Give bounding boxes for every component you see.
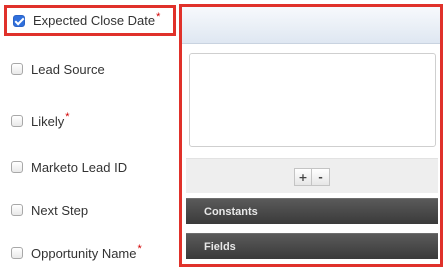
opportunity-name-label: Opportunity Name — [31, 245, 137, 261]
fields-label: Fields — [204, 240, 236, 253]
remove-button[interactable]: - — [312, 168, 330, 186]
next-step-checkbox[interactable] — [11, 204, 23, 216]
formula-builder-header — [182, 7, 440, 44]
likely-label: Likely — [31, 113, 65, 129]
marketo-lead-id-checkbox[interactable] — [11, 161, 23, 173]
marketo-lead-id-label: Marketo Lead ID — [31, 159, 128, 175]
constants-section[interactable]: Constants — [186, 198, 438, 224]
field-list: Expected Close Date * Lead Source Likely *… — [0, 0, 178, 269]
formula-textarea[interactable] — [189, 53, 436, 147]
required-marker: * — [137, 243, 142, 255]
fields-section[interactable]: Fields — [186, 233, 438, 259]
lead-source-checkbox[interactable] — [11, 63, 23, 75]
operator-buttons: + - — [294, 168, 330, 186]
likely-checkbox[interactable] — [11, 115, 23, 127]
field-row-lead-source[interactable]: Lead Source — [0, 58, 178, 80]
expected-close-date-checkbox[interactable] — [13, 14, 25, 27]
opportunity-name-checkbox[interactable] — [11, 247, 23, 259]
field-row-next-step[interactable]: Next Step — [0, 199, 178, 221]
formula-builder: + - Constants Fields — [179, 4, 443, 267]
field-row-opportunity-name[interactable]: Opportunity Name * — [0, 242, 178, 264]
field-row-expected-close-date[interactable]: Expected Close Date * — [4, 5, 176, 36]
add-button[interactable]: + — [294, 168, 312, 186]
field-row-likely[interactable]: Likely * — [0, 110, 178, 132]
next-step-label: Next Step — [31, 202, 89, 218]
field-row-marketo-lead-id[interactable]: Marketo Lead ID — [0, 156, 178, 178]
required-marker: * — [156, 10, 161, 23]
lead-source-label: Lead Source — [31, 61, 105, 77]
required-marker: * — [65, 111, 70, 123]
constants-label: Constants — [204, 205, 258, 218]
formula-toolbar: + - — [186, 158, 438, 193]
expected-close-date-label: Expected Close Date — [33, 13, 156, 28]
